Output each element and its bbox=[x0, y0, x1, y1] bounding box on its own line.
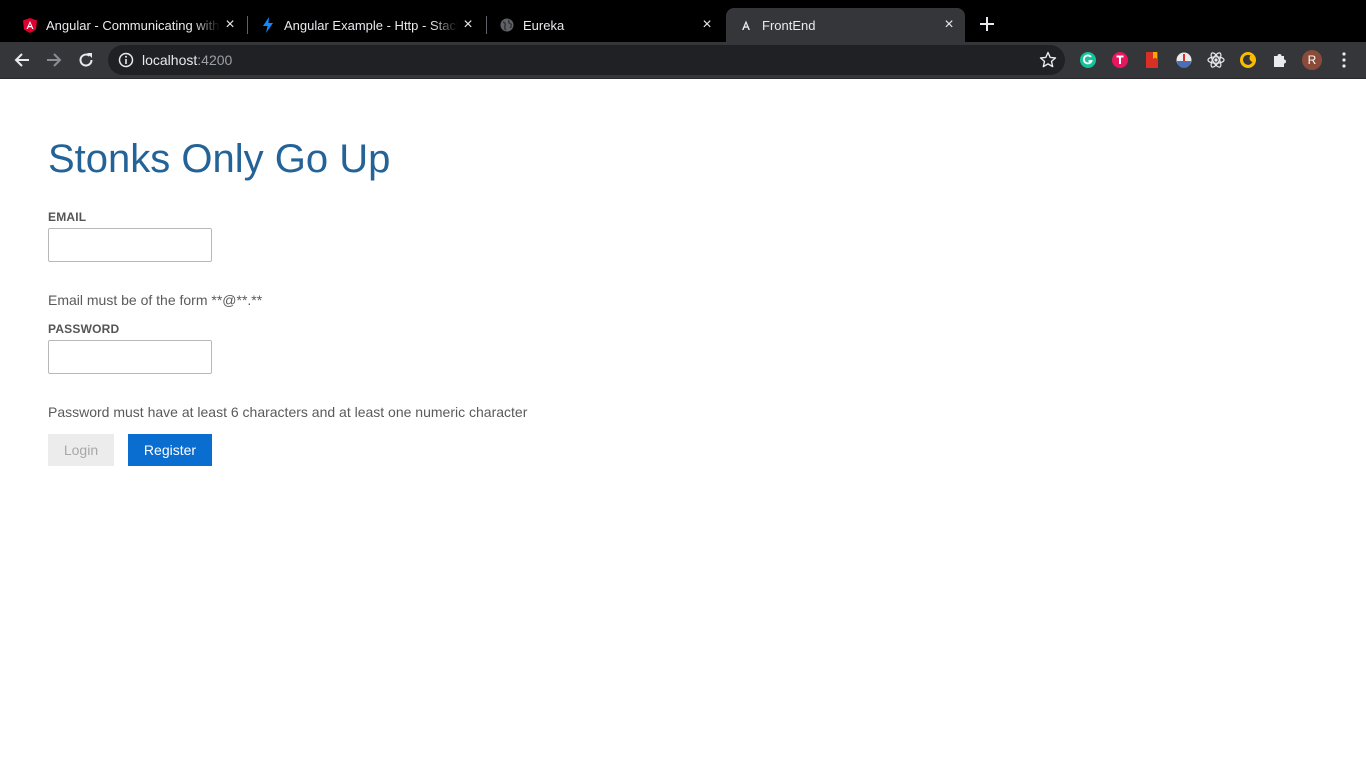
close-icon[interactable]: × bbox=[939, 15, 959, 35]
arrow-left-icon bbox=[14, 53, 29, 67]
tab-angular-docs[interactable]: Angular - Communicating with × bbox=[10, 8, 246, 42]
reload-icon bbox=[79, 53, 93, 67]
stackblitz-icon bbox=[260, 17, 276, 33]
bookmark-star-icon[interactable] bbox=[1039, 51, 1057, 69]
tab-title: FrontEnd bbox=[762, 17, 816, 33]
address-bar[interactable]: localhost:4200 bbox=[108, 45, 1065, 75]
profile-avatar[interactable]: R bbox=[1302, 50, 1322, 70]
close-icon[interactable]: × bbox=[458, 15, 478, 35]
todoist-icon[interactable] bbox=[1111, 51, 1129, 69]
angular-icon bbox=[22, 17, 38, 33]
more-menu-icon[interactable] bbox=[1335, 51, 1353, 69]
password-input[interactable] bbox=[48, 340, 212, 374]
url-host: localhost bbox=[142, 52, 198, 68]
password-label: PASSWORD bbox=[48, 322, 120, 336]
tab-stackblitz[interactable]: Angular Example - Http - Stack × bbox=[248, 8, 484, 42]
react-devtools-icon[interactable] bbox=[1207, 51, 1225, 69]
extension-icon[interactable] bbox=[1175, 51, 1193, 69]
login-button[interactable]: Login bbox=[48, 434, 114, 466]
reload-button[interactable] bbox=[72, 46, 100, 74]
tab-strip: Angular - Communicating with × Angular E… bbox=[0, 0, 1366, 42]
page-content: Stonks Only Go Up EMAIL Email must be of… bbox=[0, 79, 1366, 768]
new-tab-button[interactable] bbox=[975, 12, 999, 36]
puzzle-icon[interactable] bbox=[1271, 51, 1289, 69]
info-icon[interactable] bbox=[118, 52, 134, 68]
moon-icon[interactable] bbox=[1239, 51, 1257, 69]
register-button[interactable]: Register bbox=[128, 434, 212, 466]
page-title: Stonks Only Go Up bbox=[48, 137, 391, 181]
email-input[interactable] bbox=[48, 228, 212, 262]
url-text: localhost:4200 bbox=[142, 52, 232, 68]
angular-icon bbox=[738, 17, 754, 33]
email-hint: Email must be of the form **@**.** bbox=[48, 292, 263, 308]
tab-title: Eureka bbox=[523, 17, 565, 33]
tab-frontend[interactable]: FrontEnd × bbox=[726, 8, 965, 42]
email-label: EMAIL bbox=[48, 210, 87, 224]
tab-eureka[interactable]: Eureka × bbox=[487, 8, 723, 42]
tab-title: Angular Example - Http - Stack bbox=[284, 17, 458, 33]
browser-toolbar: localhost:4200 R bbox=[0, 42, 1366, 79]
plus-icon bbox=[980, 17, 994, 31]
forward-button[interactable] bbox=[40, 46, 68, 74]
back-button[interactable] bbox=[8, 46, 36, 74]
password-hint: Password must have at least 6 characters… bbox=[48, 404, 528, 420]
close-icon[interactable]: × bbox=[697, 15, 717, 35]
tab-title: Angular - Communicating with bbox=[46, 17, 220, 33]
globe-icon bbox=[499, 17, 515, 33]
url-port: :4200 bbox=[197, 52, 233, 68]
bookmark-icon[interactable] bbox=[1143, 51, 1161, 69]
grammarly-icon[interactable] bbox=[1079, 51, 1097, 69]
arrow-right-icon bbox=[47, 53, 62, 67]
close-icon[interactable]: × bbox=[220, 15, 240, 35]
